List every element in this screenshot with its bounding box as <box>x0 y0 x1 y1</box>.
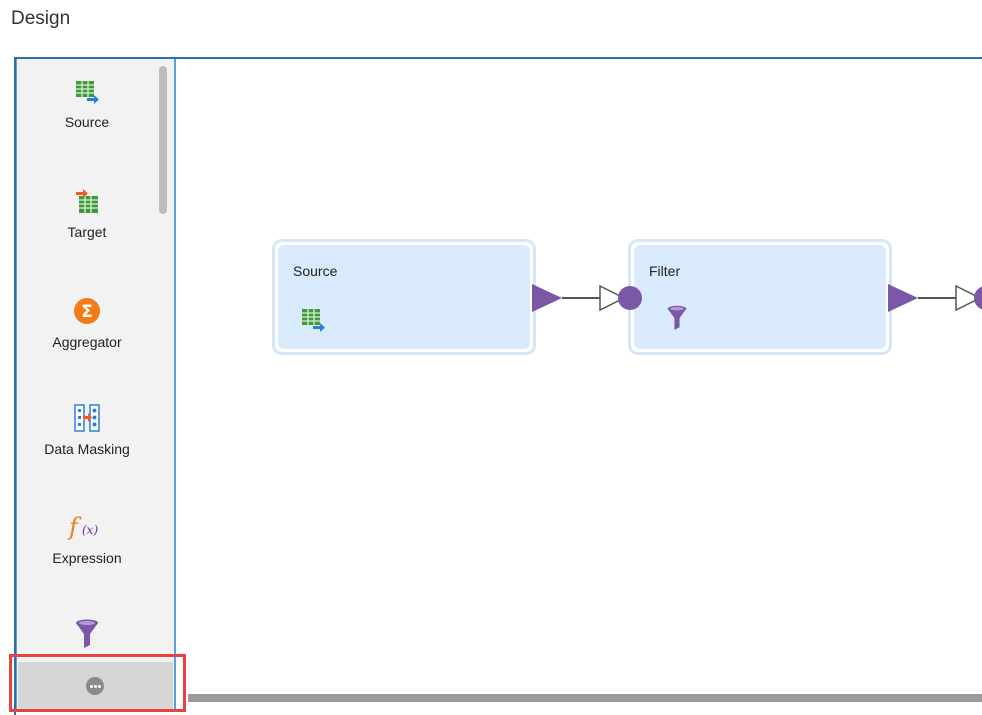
palette-item-label: Data Masking <box>44 441 130 457</box>
link-source-to-filter[interactable] <box>530 280 645 316</box>
source-table-icon <box>74 79 100 110</box>
palette-item-label: Target <box>67 224 107 240</box>
aggregator-sigma-icon: Σ <box>73 297 101 330</box>
node-title: Filter <box>649 263 681 279</box>
palette-item-target[interactable]: Target <box>17 189 157 240</box>
target-table-icon <box>74 189 100 220</box>
filter-funnel-icon <box>666 305 688 336</box>
svg-text:(x): (x) <box>82 523 98 537</box>
palette-item-label: Expression <box>52 550 122 566</box>
expression-fx-icon: f (x) <box>67 513 107 546</box>
highlight-box <box>9 654 186 712</box>
canvas-node-filter[interactable]: Filter <box>628 239 892 355</box>
filter-funnel-icon <box>74 619 100 654</box>
svg-text:Σ: Σ <box>81 302 93 322</box>
transformation-palette: Source Target Σ Aggregator Data Masking … <box>16 59 176 711</box>
palette-item-label: Source <box>64 114 110 130</box>
palette-item-data-masking[interactable]: Data Masking <box>17 404 157 457</box>
canvas-node-source[interactable]: Source <box>272 239 536 355</box>
page-title: Design <box>11 8 71 29</box>
palette-scrollbar[interactable] <box>159 66 167 214</box>
palette-item-expression[interactable]: f (x) Expression <box>17 513 157 566</box>
palette-item-label: Aggregator <box>52 334 122 350</box>
palette-item-aggregator[interactable]: Σ Aggregator <box>17 297 157 350</box>
data-masking-icon <box>74 404 100 437</box>
svg-text:f: f <box>67 513 82 541</box>
palette-item-filter[interactable] <box>17 619 157 654</box>
link-filter-to-next[interactable] <box>886 280 982 316</box>
source-table-icon <box>300 307 326 338</box>
node-title: Source <box>293 263 338 279</box>
palette-item-source[interactable]: Source <box>17 79 157 130</box>
canvas-horizontal-scrollbar[interactable] <box>188 694 982 702</box>
